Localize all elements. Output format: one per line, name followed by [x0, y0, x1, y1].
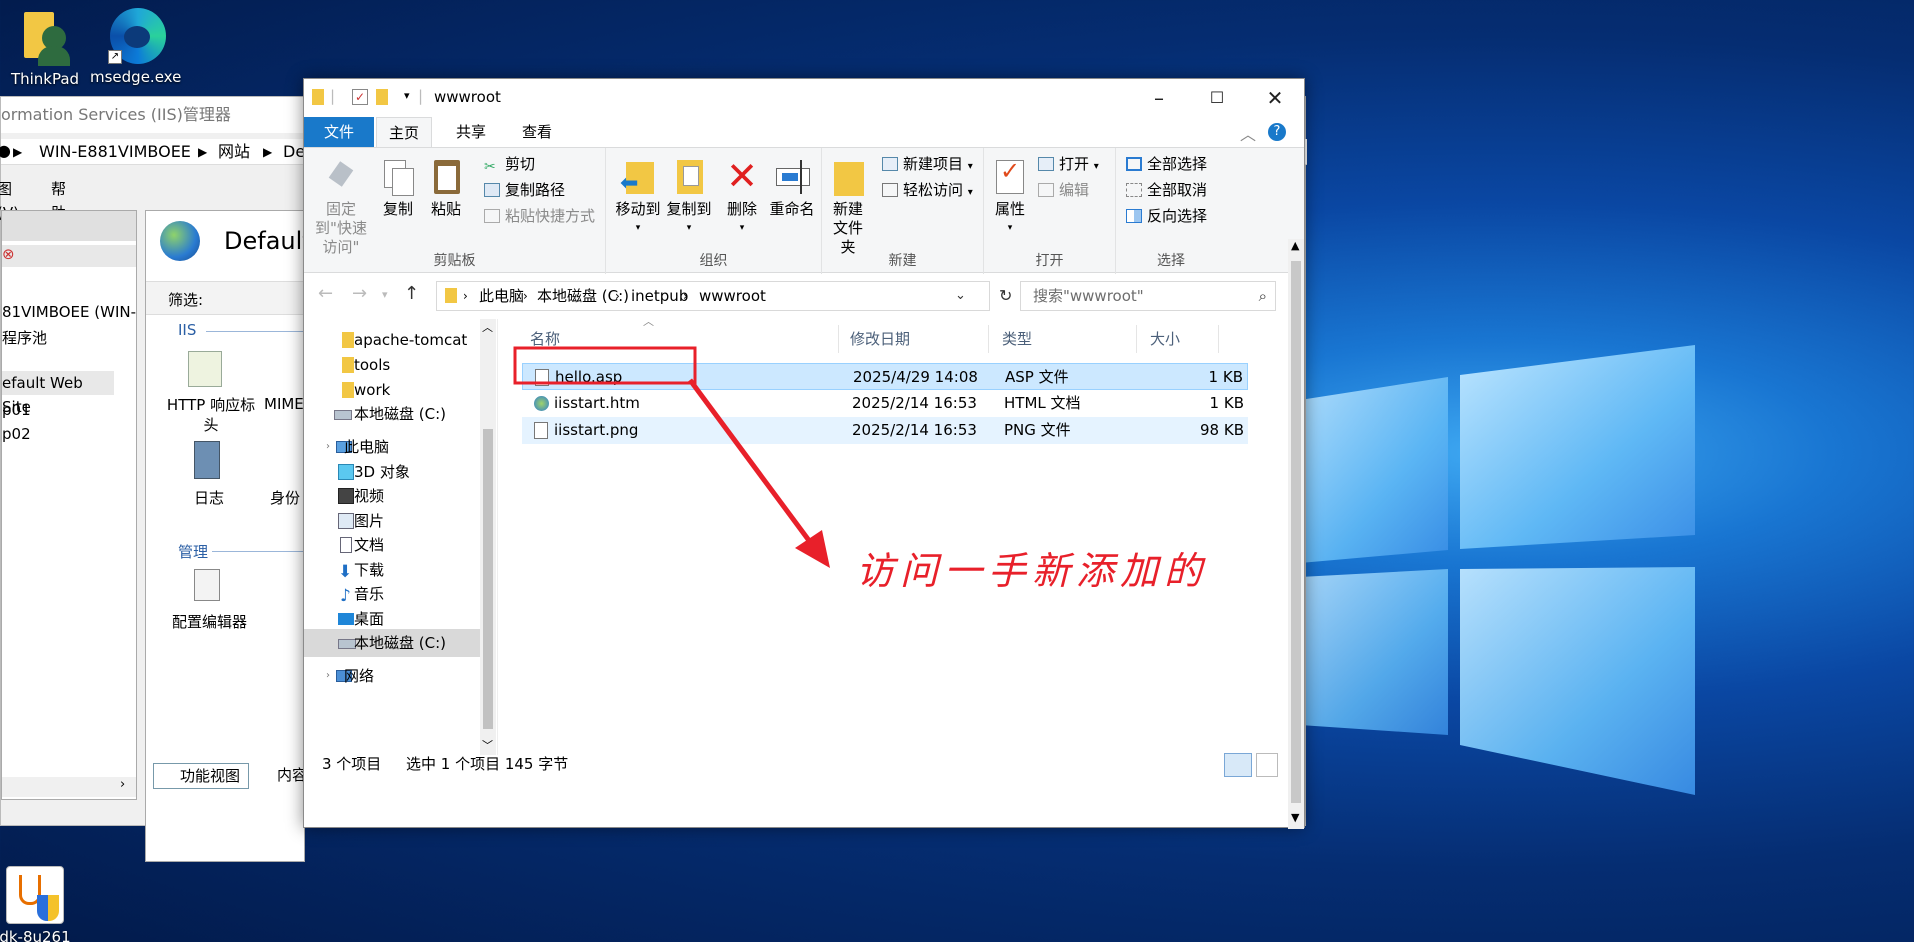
annotation-overlay — [513, 346, 830, 568]
annotation-arrow — [687, 378, 819, 552]
annotation-text: 访问一手新添加的 — [856, 549, 1209, 593]
annotation-arrowhead — [795, 530, 830, 568]
highlight-box — [513, 346, 697, 385]
